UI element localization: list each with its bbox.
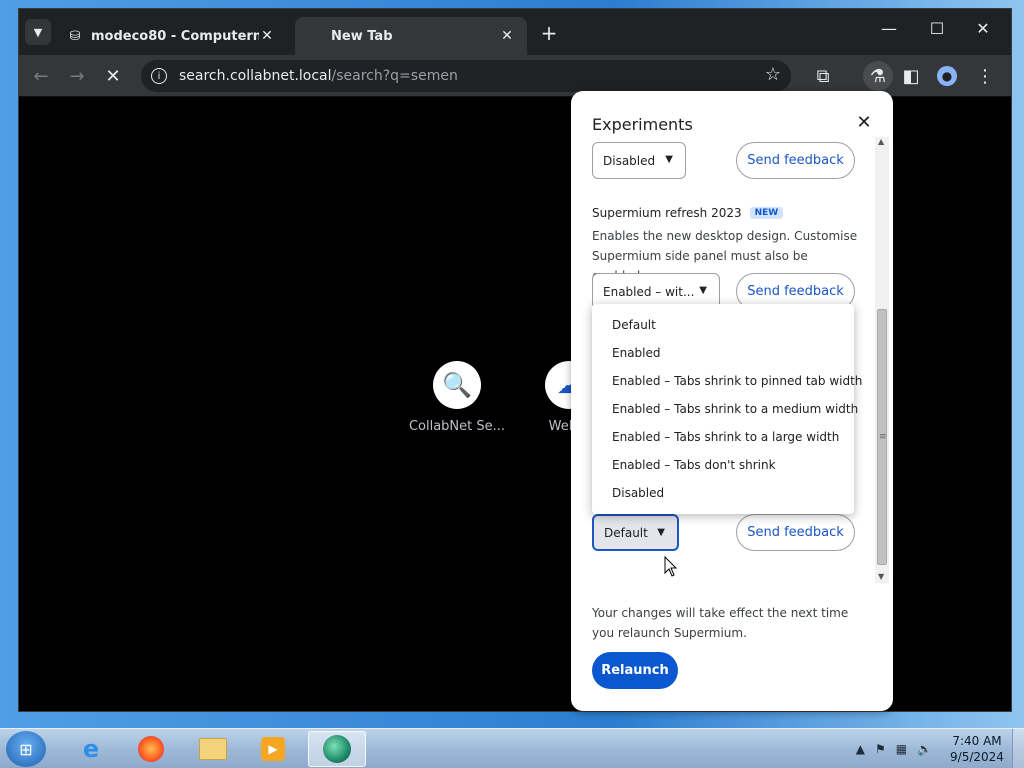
dropdown-option[interactable]: Enabled – Tabs don't shrink bbox=[592, 451, 854, 479]
supermium-icon[interactable] bbox=[308, 731, 366, 767]
show-desktop-button[interactable] bbox=[1012, 729, 1024, 768]
profile-avatar-icon[interactable]: ● bbox=[935, 64, 959, 88]
globe-icon bbox=[307, 28, 323, 44]
windows-taskbar: ⊞ e ▶ ▲ ⚑ ▦ 🔈 7:40 AM 9/5/2024 bbox=[0, 728, 1024, 768]
start-button[interactable]: ⊞ bbox=[6, 731, 46, 767]
dropdown-option[interactable]: Enabled – Tabs shrink to a large width bbox=[592, 423, 854, 451]
relaunch-button[interactable]: Relaunch bbox=[592, 652, 678, 689]
tab-modeco80[interactable]: ⛁ modeco80 - Computernewb W ✕ bbox=[55, 17, 287, 55]
send-feedback-button[interactable]: Send feedback bbox=[736, 142, 855, 179]
search-icon: 🔍 bbox=[433, 361, 481, 409]
select-value: Default bbox=[604, 525, 648, 540]
panel-scrollbar[interactable]: ▲ ≡ ▼ bbox=[875, 137, 889, 583]
address-bar[interactable]: i search.collabnet.local/search?q=semen … bbox=[141, 60, 791, 92]
scroll-down-icon[interactable]: ▼ bbox=[878, 572, 884, 581]
tab-title: modeco80 - Computernewb W bbox=[91, 28, 259, 44]
menu-kebab-icon[interactable]: ⋮ bbox=[973, 64, 997, 88]
select-value: Enabled – wit... bbox=[603, 284, 695, 299]
site-info-icon[interactable]: i bbox=[151, 68, 167, 84]
clock-date: 9/5/2024 bbox=[950, 750, 1004, 764]
new-badge: NEW bbox=[749, 207, 784, 219]
dropdown-option[interactable]: Enabled bbox=[592, 339, 854, 367]
forward-icon[interactable]: → bbox=[65, 64, 89, 88]
feature-name: Supermium refresh 2023 bbox=[592, 206, 742, 220]
scroll-thumb[interactable]: ≡ bbox=[877, 309, 887, 565]
stack-icon: ⛁ bbox=[69, 28, 81, 44]
side-panel-icon[interactable]: ◧ bbox=[899, 64, 923, 88]
select-dropdown-list: Default Enabled Enabled – Tabs shrink to… bbox=[592, 304, 862, 514]
dropdown-option[interactable]: Enabled – Tabs shrink to a medium width bbox=[592, 395, 858, 423]
dropdown-option[interactable]: Enabled – Tabs shrink to pinned tab widt… bbox=[592, 367, 862, 395]
dropdown-option[interactable]: Default bbox=[592, 311, 854, 339]
flag-icon[interactable]: ⚑ bbox=[875, 742, 886, 756]
stop-loading-icon[interactable]: ✕ bbox=[101, 64, 125, 88]
explorer-icon[interactable] bbox=[188, 731, 238, 767]
minimize-icon[interactable]: — bbox=[877, 19, 901, 38]
tab-title: New Tab bbox=[331, 28, 393, 44]
experiments-flask-icon[interactable]: ⚗ bbox=[863, 61, 893, 91]
send-feedback-button[interactable]: Send feedback bbox=[736, 514, 855, 551]
shortcut-collabnet[interactable]: 🔍 CollabNet Se... bbox=[407, 361, 507, 434]
firefox-icon[interactable] bbox=[126, 731, 176, 767]
extensions-icon[interactable]: ⧉ bbox=[811, 64, 835, 88]
mouse-cursor-icon bbox=[664, 556, 678, 577]
url-path: /search?q=semen bbox=[331, 68, 458, 84]
new-tab-button[interactable]: + bbox=[537, 21, 561, 45]
volume-muted-icon[interactable]: 🔈 bbox=[917, 742, 932, 756]
scroll-up-icon[interactable]: ▲ bbox=[878, 137, 884, 146]
clock[interactable]: 7:40 AM 9/5/2024 bbox=[942, 733, 1012, 765]
relaunch-notice: Your changes will take effect the next t… bbox=[592, 606, 849, 640]
clock-time: 7:40 AM bbox=[952, 734, 1002, 748]
caret-down-icon: ▼ bbox=[665, 154, 673, 165]
windows-logo-icon: ⊞ bbox=[19, 739, 33, 759]
shortcut-label: CollabNet Se... bbox=[408, 419, 506, 434]
url-host: search.collabnet.local bbox=[179, 68, 332, 84]
network-icon[interactable]: ▦ bbox=[896, 742, 907, 756]
dropdown-option[interactable]: Disabled bbox=[592, 479, 854, 507]
back-icon[interactable]: ← bbox=[29, 64, 53, 88]
grip-icon: ≡ bbox=[879, 432, 887, 442]
bookmark-star-icon[interactable]: ☆ bbox=[765, 64, 781, 85]
system-tray: ▲ ⚑ ▦ 🔈 7:40 AM 9/5/2024 bbox=[856, 729, 1024, 768]
caret-down-icon: ▼ bbox=[699, 285, 707, 296]
tab-strip: ▼ ⛁ modeco80 - Computernewb W ✕ New Tab … bbox=[19, 9, 1011, 55]
experiment-select-top[interactable]: Disabled ▼ bbox=[592, 142, 686, 179]
media-player-icon[interactable]: ▶ bbox=[248, 731, 298, 767]
select-value: Disabled bbox=[603, 153, 656, 168]
tab-search-button[interactable]: ▼ bbox=[25, 19, 51, 45]
caret-down-icon: ▼ bbox=[657, 527, 665, 538]
close-window-icon[interactable]: ✕ bbox=[971, 19, 995, 38]
close-tab-icon[interactable]: ✕ bbox=[259, 28, 275, 44]
close-icon[interactable]: ✕ bbox=[854, 112, 874, 133]
feature-title: Supermium refresh 2023 NEW bbox=[592, 206, 784, 220]
internet-explorer-icon[interactable]: e bbox=[66, 731, 116, 767]
show-hidden-icons-icon[interactable]: ▲ bbox=[856, 742, 865, 756]
maximize-icon[interactable]: ☐ bbox=[925, 19, 949, 38]
experiment-select-tabs[interactable]: Default ▼ bbox=[592, 514, 679, 551]
panel-title: Experiments bbox=[592, 115, 693, 134]
chevron-down-icon: ▼ bbox=[33, 25, 43, 39]
tab-new-tab[interactable]: New Tab ✕ bbox=[295, 17, 527, 55]
close-tab-icon[interactable]: ✕ bbox=[499, 28, 515, 44]
